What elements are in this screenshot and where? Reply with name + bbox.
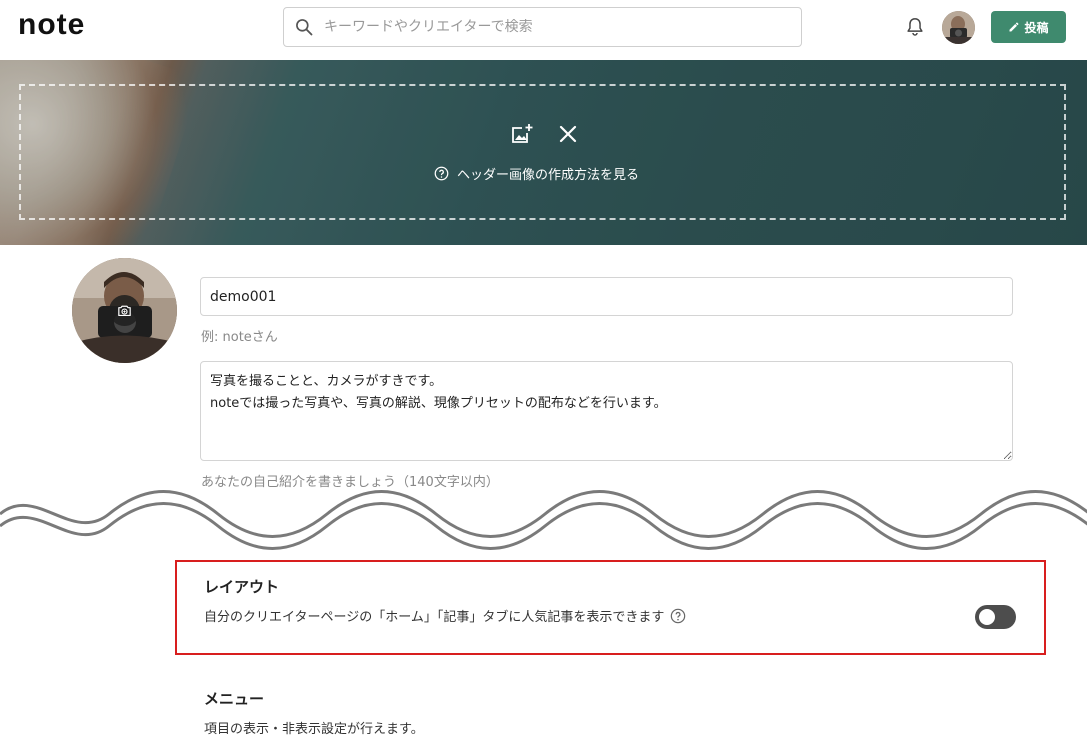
- post-button[interactable]: 投稿: [991, 11, 1066, 43]
- question-circle-icon[interactable]: [670, 608, 686, 624]
- bio-hint: あなたの自己紹介を書きましょう（140文字以内）: [201, 475, 499, 490]
- wavy-divider: [0, 490, 1087, 550]
- note-logo[interactable]: note: [18, 8, 85, 42]
- profile-avatar[interactable]: [72, 258, 177, 363]
- camera-icon: [118, 305, 131, 317]
- header-image-actions: [510, 122, 580, 146]
- creator-name-input[interactable]: [200, 277, 1013, 316]
- layout-description-text: 自分のクリエイターページの「ホーム」「記事」タブに人気記事を表示できます: [204, 610, 665, 625]
- question-circle-icon: [434, 166, 449, 181]
- toggle-knob: [979, 609, 995, 625]
- post-button-label: 投稿: [1024, 20, 1049, 35]
- search-input[interactable]: [324, 19, 764, 35]
- layout-section-title: レイアウト: [204, 578, 280, 596]
- search-box[interactable]: [283, 7, 802, 47]
- popular-articles-toggle[interactable]: [975, 605, 1016, 629]
- user-photo: [942, 11, 975, 44]
- layout-section-description: 自分のクリエイターページの「ホーム」「記事」タブに人気記事を表示できます: [204, 606, 686, 625]
- menu-section-title: メニュー: [204, 690, 265, 708]
- bio-textarea[interactable]: 写真を撮ることと、カメラがすきです。 noteでは撮った写真や、写真の解説、現像…: [200, 361, 1013, 461]
- pencil-icon: [1009, 22, 1019, 32]
- top-bar: note 投稿: [0, 0, 1087, 60]
- user-avatar[interactable]: [942, 11, 975, 44]
- change-avatar-button[interactable]: [109, 295, 140, 326]
- menu-section-description: 項目の表示・非表示設定が行えます。: [204, 722, 424, 737]
- search-icon: [296, 19, 313, 36]
- header-help-link[interactable]: ヘッダー画像の作成方法を見る: [434, 164, 639, 183]
- creator-name-hint: 例: noteさん: [201, 330, 278, 345]
- add-image-icon[interactable]: [510, 122, 534, 146]
- header-image: ヘッダー画像の作成方法を見る: [0, 60, 1087, 245]
- close-icon[interactable]: [556, 122, 580, 146]
- bell-icon[interactable]: [904, 16, 926, 38]
- header-help-text: ヘッダー画像の作成方法を見る: [457, 168, 640, 183]
- header-image-dropzone[interactable]: [19, 84, 1066, 220]
